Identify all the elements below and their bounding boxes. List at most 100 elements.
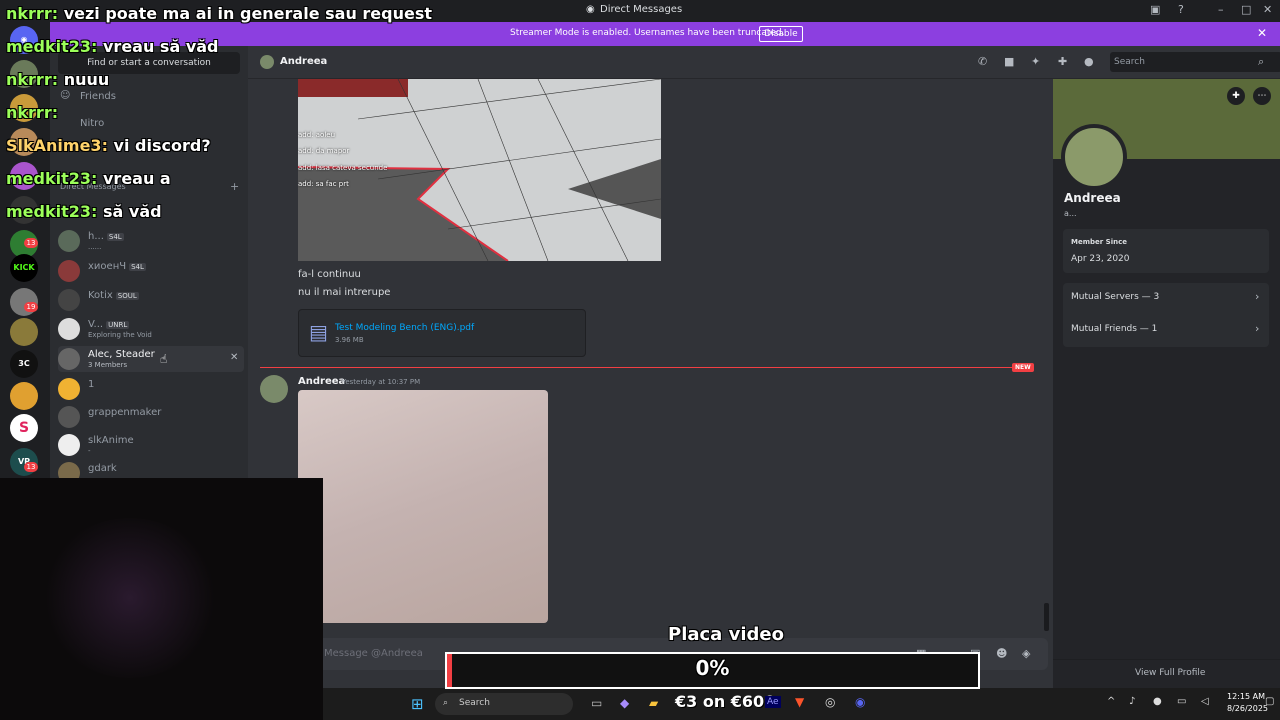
tray-chevron-icon[interactable]: ^ bbox=[1107, 696, 1115, 707]
dm-item[interactable]: 1 bbox=[58, 376, 244, 402]
profile-avatar[interactable] bbox=[1061, 124, 1127, 190]
pin-icon[interactable]: ✦ bbox=[1031, 55, 1040, 68]
minimize-button[interactable]: – bbox=[1218, 3, 1224, 16]
close-dm-icon[interactable]: ✕ bbox=[230, 352, 238, 363]
member-since-card: Member Since Apr 23, 2020 bbox=[1063, 229, 1269, 273]
video-icon[interactable]: ■ bbox=[1004, 55, 1014, 68]
more-icon[interactable]: ⋯ bbox=[1253, 87, 1271, 105]
profile-panel: ✚ ⋯ Andreea a... Member Since Apr 23, 20… bbox=[1053, 79, 1280, 689]
friends-icon: ☺ bbox=[60, 90, 71, 101]
message-text: nu il mai intrerupe bbox=[298, 287, 391, 298]
brave-icon[interactable]: ▼ bbox=[795, 695, 804, 709]
new-messages-divider bbox=[260, 367, 1022, 368]
dm-item[interactable]: slkAnime - bbox=[58, 432, 244, 458]
close-icon[interactable]: ✕ bbox=[1257, 26, 1267, 40]
new-badge: NEW bbox=[1012, 363, 1034, 372]
dm-item[interactable]: xиоенЧ S4L bbox=[58, 258, 244, 284]
recipient-name: Andreea bbox=[280, 56, 328, 67]
dm-item[interactable]: V... UNRL Exploring the Void bbox=[58, 316, 244, 342]
inbox-icon[interactable]: ▣ bbox=[1150, 3, 1160, 16]
dm-item[interactable]: h... S4L ...... bbox=[58, 228, 244, 254]
network-icon[interactable]: ▭ bbox=[1177, 696, 1186, 707]
disable-button[interactable]: Disable bbox=[759, 26, 803, 42]
server-rail: ◉ 13 KICK 19 3C S VP 13 bbox=[0, 22, 50, 482]
avatar bbox=[58, 289, 80, 311]
overlay-chat-line: nkrrr: vezi poate ma ai in generale sau … bbox=[6, 4, 433, 23]
avatar bbox=[58, 406, 80, 428]
threec-server-icon[interactable]: 3C bbox=[10, 350, 38, 378]
attachment-image[interactable]: add: aoleu add: da mapor add: lasa catev… bbox=[298, 79, 661, 261]
dm-sidebar: Find or start a conversation ☺ Friends N… bbox=[50, 46, 248, 484]
speaker-icon[interactable]: ◁ bbox=[1201, 696, 1209, 707]
notifications-icon[interactable]: ▢ bbox=[1265, 696, 1274, 707]
mutual-friends-link[interactable]: Mutual Friends — 1 bbox=[1071, 324, 1157, 334]
dm-item[interactable]: Kotix SOUL bbox=[58, 287, 244, 313]
overlay-chat-line: nkrrr: nuuu bbox=[6, 70, 110, 89]
avatar bbox=[58, 378, 80, 400]
mutual-servers-link[interactable]: Mutual Servers — 3 bbox=[1071, 292, 1159, 302]
banner-text: Streamer Mode is enabled. Usernames have… bbox=[510, 28, 785, 38]
clock-time[interactable]: 12:15 AM bbox=[1227, 692, 1265, 701]
overlay-chat-line: SlkAnime3: vi discord? bbox=[6, 136, 211, 155]
file-name-link[interactable]: Test Modeling Bench (ENG).pdf bbox=[335, 323, 474, 333]
kick-server-icon[interactable]: KICK bbox=[10, 254, 38, 282]
nitro-link[interactable]: Nitro bbox=[80, 118, 104, 129]
mic-icon[interactable]: ● bbox=[1153, 696, 1162, 707]
s-server-icon[interactable]: S bbox=[10, 414, 38, 442]
discord-icon: ◉ bbox=[586, 4, 595, 15]
add-friends-icon[interactable]: ✚ bbox=[1058, 55, 1067, 68]
add-friend-icon[interactable]: ✚ bbox=[1227, 87, 1245, 105]
chat-header: Andreea ✆ ■ ✦ ✚ ● Search ⌕ bbox=[248, 46, 1280, 79]
avatar bbox=[58, 434, 80, 456]
clock-date[interactable]: 8/26/2025 bbox=[1227, 704, 1268, 713]
taskbar: ⊞ ⌕ Search ▭ ◆ ▰ €3 on €600 Ae ▼ ◎ ◉ ^ ♪… bbox=[323, 688, 1280, 720]
dm-item-group[interactable]: Alec, Steader 3 Members ✕ bbox=[58, 346, 244, 372]
view-full-profile-link[interactable]: View Full Profile bbox=[1135, 668, 1205, 678]
after-effects-icon[interactable]: Ae bbox=[765, 696, 781, 708]
start-icon[interactable]: ⊞ bbox=[411, 695, 424, 713]
taskbar-search[interactable]: ⌕ Search bbox=[435, 693, 573, 715]
goal-percent: 0% bbox=[695, 656, 730, 680]
pdf-file-icon: ▤ bbox=[309, 320, 328, 344]
create-dm-icon[interactable]: + bbox=[230, 180, 239, 193]
discord-taskbar-icon[interactable]: ◉ bbox=[855, 695, 865, 709]
task-view-icon[interactable]: ▭ bbox=[591, 696, 602, 710]
profile-name: Andreea bbox=[1064, 191, 1121, 205]
emoji-icon[interactable]: ☻ bbox=[996, 647, 1007, 660]
copilot-icon[interactable]: ◆ bbox=[620, 696, 629, 710]
activity-icon[interactable]: ◈ bbox=[1022, 647, 1030, 660]
dm-item[interactable]: grappenmaker bbox=[58, 404, 244, 430]
overlay-chat-line: medkit23: vreau a bbox=[6, 169, 171, 188]
friends-link[interactable]: Friends bbox=[80, 91, 116, 102]
attachment-image[interactable] bbox=[298, 390, 548, 623]
server-icon[interactable] bbox=[10, 318, 38, 346]
notification-badge: 19 bbox=[24, 302, 38, 312]
file-size: 3.96 MB bbox=[335, 336, 364, 344]
notification-badge: 13 bbox=[24, 238, 38, 248]
search-icon: ⌕ bbox=[1258, 55, 1265, 68]
mouse-cursor: ☝ bbox=[160, 352, 168, 366]
profile-subtitle: a... bbox=[1064, 209, 1077, 218]
window-title: Direct Messages bbox=[600, 4, 683, 15]
author-avatar[interactable] bbox=[260, 375, 288, 403]
obs-icon[interactable]: ◎ bbox=[825, 695, 835, 709]
file-attachment[interactable]: ▤ Test Modeling Bench (ENG).pdf 3.96 MB bbox=[298, 309, 586, 357]
scrollbar[interactable] bbox=[1044, 603, 1049, 631]
profile-icon[interactable]: ● bbox=[1084, 55, 1094, 68]
overlay-chat-line: medkit23: să văd bbox=[6, 202, 162, 221]
close-button[interactable]: ✕ bbox=[1263, 3, 1272, 16]
call-icon[interactable]: ✆ bbox=[978, 55, 987, 68]
chevron-right-icon: › bbox=[1255, 290, 1260, 303]
avatar bbox=[58, 348, 80, 370]
chevron-right-icon: › bbox=[1255, 322, 1260, 335]
search-icon: ⌕ bbox=[443, 698, 449, 708]
avatar bbox=[58, 260, 80, 282]
webcam-overlay bbox=[0, 478, 323, 720]
volume-icon[interactable]: ♪ bbox=[1129, 696, 1135, 707]
file-explorer-icon[interactable]: ▰ bbox=[649, 696, 658, 710]
help-icon[interactable]: ? bbox=[1178, 3, 1184, 16]
author-name[interactable]: Andreea bbox=[298, 376, 345, 387]
server-icon[interactable] bbox=[10, 382, 38, 410]
search-input[interactable]: Search bbox=[1110, 52, 1280, 72]
maximize-button[interactable]: □ bbox=[1241, 3, 1251, 16]
